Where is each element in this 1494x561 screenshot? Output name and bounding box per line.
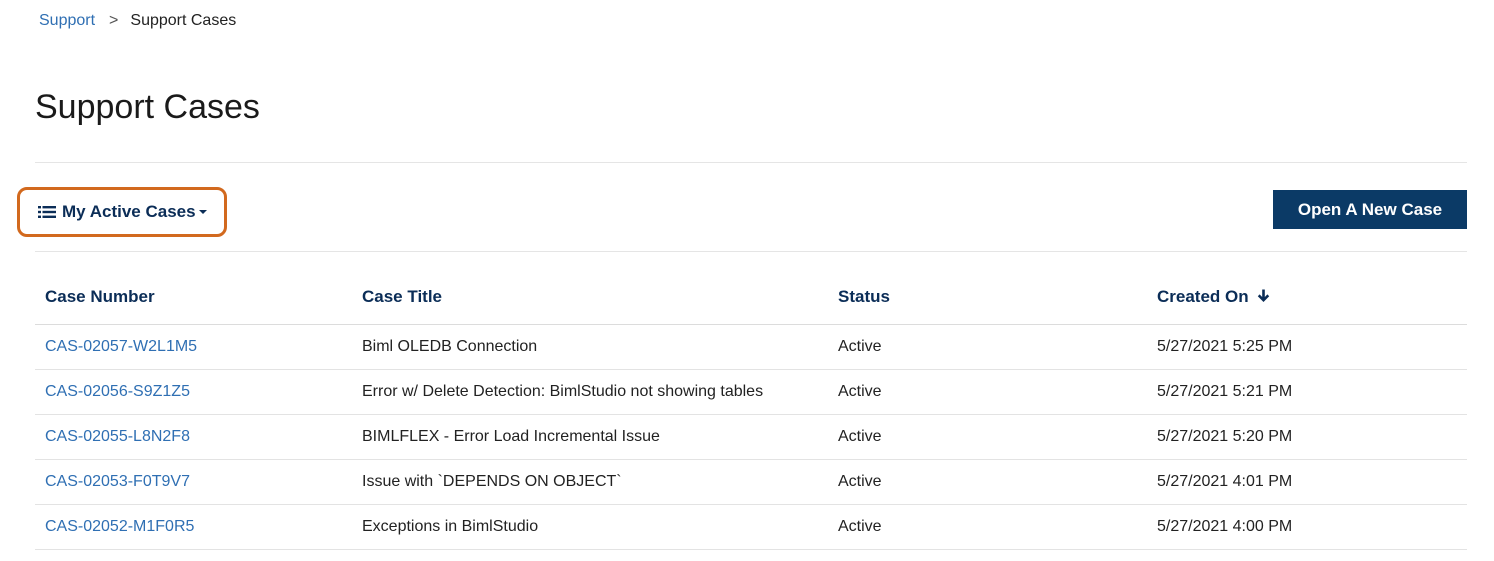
case-number-link[interactable]: CAS-02056-S9Z1Z5 bbox=[45, 383, 190, 400]
status-cell: Active bbox=[828, 414, 1147, 460]
created-on-cell: 5/27/2021 5:20 PM bbox=[1147, 414, 1467, 460]
created-on-cell: 5/27/2021 5:21 PM bbox=[1147, 369, 1467, 415]
open-new-case-button[interactable]: Open A New Case bbox=[1273, 190, 1467, 229]
list-icon bbox=[38, 206, 56, 218]
created-on-label: Created On bbox=[1157, 287, 1249, 306]
column-header-case-title[interactable]: Case Title bbox=[352, 270, 828, 325]
column-header-status[interactable]: Status bbox=[828, 270, 1147, 325]
case-title-cell: Biml OLEDB Connection bbox=[352, 324, 828, 370]
table-row: CAS-02053-F0T9V7 Issue with `DEPENDS ON … bbox=[35, 459, 1467, 505]
breadcrumb-current: Support Cases bbox=[130, 12, 237, 29]
status-cell: Active bbox=[828, 459, 1147, 505]
table-row: CAS-02052-M1F0R5 Exceptions in BimlStudi… bbox=[35, 504, 1467, 550]
case-title-cell: Issue with `DEPENDS ON OBJECT` bbox=[352, 459, 828, 505]
table-row: CAS-02055-L8N2F8 BIMLFLEX - Error Load I… bbox=[35, 414, 1467, 460]
status-cell: Active bbox=[828, 324, 1147, 370]
toolbar-divider bbox=[35, 251, 1467, 252]
table-row: CAS-02057-W2L1M5 Biml OLEDB Connection A… bbox=[35, 324, 1467, 370]
cases-table: Case Number Case Title Status Created On… bbox=[35, 270, 1467, 550]
created-on-cell: 5/27/2021 5:25 PM bbox=[1147, 324, 1467, 370]
created-on-cell: 5/27/2021 4:00 PM bbox=[1147, 504, 1467, 550]
view-selector-highlight: My Active Cases bbox=[17, 187, 227, 237]
case-title-cell: Error w/ Delete Detection: BimlStudio no… bbox=[352, 369, 828, 415]
view-selector-label: My Active Cases bbox=[62, 202, 196, 221]
page-title: Support Cases bbox=[35, 88, 260, 126]
case-number-link[interactable]: CAS-02057-W2L1M5 bbox=[45, 338, 197, 355]
case-title-cell: BIMLFLEX - Error Load Incremental Issue bbox=[352, 414, 828, 460]
view-selector-dropdown[interactable]: My Active Cases bbox=[38, 202, 207, 222]
case-number-link[interactable]: CAS-02053-F0T9V7 bbox=[45, 473, 190, 490]
table-header-row: Case Number Case Title Status Created On bbox=[35, 270, 1467, 325]
breadcrumb: Support > Support Cases bbox=[39, 12, 236, 30]
status-cell: Active bbox=[828, 504, 1147, 550]
column-header-created-on[interactable]: Created On bbox=[1147, 270, 1467, 325]
case-title-cell: Exceptions in BimlStudio bbox=[352, 504, 828, 550]
table-row: CAS-02056-S9Z1Z5 Error w/ Delete Detecti… bbox=[35, 369, 1467, 415]
case-number-link[interactable]: CAS-02055-L8N2F8 bbox=[45, 428, 190, 445]
status-cell: Active bbox=[828, 369, 1147, 415]
breadcrumb-separator: > bbox=[109, 12, 119, 29]
column-header-case-number[interactable]: Case Number bbox=[35, 270, 352, 325]
caret-down-icon bbox=[198, 210, 207, 214]
title-divider bbox=[35, 162, 1467, 163]
arrow-down-icon bbox=[1258, 289, 1270, 302]
breadcrumb-support-link[interactable]: Support bbox=[39, 12, 95, 30]
created-on-cell: 5/27/2021 4:01 PM bbox=[1147, 459, 1467, 505]
case-number-link[interactable]: CAS-02052-M1F0R5 bbox=[45, 518, 194, 535]
